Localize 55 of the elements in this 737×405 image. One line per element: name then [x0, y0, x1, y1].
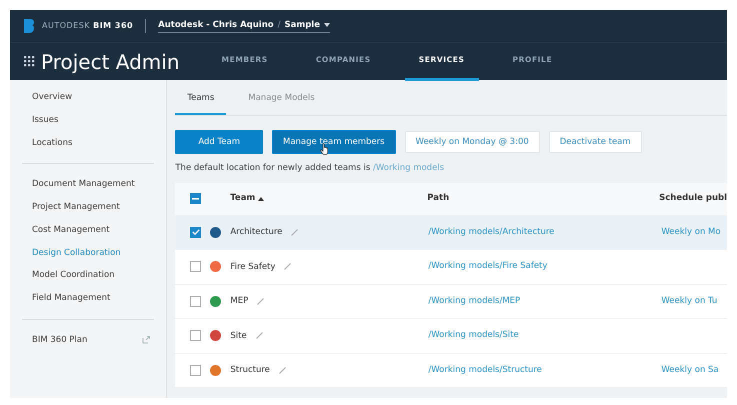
- select-all-checkbox[interactable]: [190, 193, 202, 204]
- brand-name: AUTODESK BIM 360: [42, 20, 134, 32]
- pencil-icon[interactable]: [257, 298, 264, 305]
- path-link[interactable]: /Working models/Fire Safety: [428, 261, 548, 272]
- row-checkbox[interactable]: [190, 296, 202, 307]
- team-name: Structure: [230, 364, 270, 377]
- row-checkbox[interactable]: [190, 364, 202, 376]
- path-link[interactable]: /Working models/Site: [428, 330, 519, 340]
- breadcrumb-link[interactable]: Autodesk - Chris Aquino / Sample: [158, 18, 330, 34]
- external-link-icon[interactable]: [142, 336, 150, 344]
- sidebar-item[interactable]: Project Management: [10, 196, 166, 219]
- action-button[interactable]: Add Team: [175, 130, 263, 154]
- caret-icon: [324, 23, 330, 27]
- sidebar-item[interactable]: Field Management: [10, 287, 166, 310]
- check-icon: [192, 229, 200, 236]
- logo-icon: [24, 19, 34, 33]
- row-checkbox[interactable]: [190, 226, 202, 238]
- schedule-link[interactable]: Weekly on Tu: [661, 296, 718, 306]
- pencil-icon[interactable]: [278, 366, 286, 374]
- sidebar-item[interactable]: Document Management: [10, 173, 166, 196]
- row-checkbox[interactable]: [190, 261, 202, 272]
- column-header[interactable]: Schedule publ: [659, 192, 727, 206]
- schedule-link[interactable]: Weekly on Sa: [661, 364, 719, 375]
- sidebar-item[interactable]: Model Coordination: [10, 264, 166, 287]
- sidebar-item[interactable]: BIM 360 Plan: [32, 334, 88, 346]
- sort-ascending-icon[interactable]: [258, 196, 264, 201]
- action-button[interactable]: Deactivate team: [548, 130, 642, 153]
- row-checkbox[interactable]: [190, 330, 202, 342]
- action-button[interactable]: Weekly on Monday @ 3:00: [404, 130, 540, 153]
- action-button[interactable]: Manage team members: [272, 130, 396, 154]
- minus-icon: [192, 198, 200, 200]
- team-name: Fire Safety: [230, 260, 276, 274]
- schedule-link[interactable]: Weekly on Mo: [661, 226, 721, 237]
- pencil-icon[interactable]: [291, 228, 298, 236]
- apps-grid-icon[interactable]: [24, 56, 35, 67]
- team-name: MEP: [230, 295, 248, 308]
- path-link[interactable]: /Working models/Architecture: [428, 226, 554, 237]
- default-location-text: The default location for newly added teams is /Working models: [175, 162, 446, 175]
- pencil-icon[interactable]: [256, 332, 263, 340]
- path-link[interactable]: /Working models/Structure: [428, 364, 542, 375]
- path-link[interactable]: /Working models/MEP: [428, 296, 520, 306]
- sidebar-item[interactable]: Overview: [10, 86, 166, 109]
- pencil-icon[interactable]: [284, 263, 292, 270]
- team-name: Site: [230, 330, 247, 342]
- sidebar-item[interactable]: Design Collaboration: [10, 242, 166, 264]
- sidebar-item[interactable]: Cost Management: [10, 218, 166, 242]
- team-name: Architecture: [230, 226, 282, 239]
- column-header[interactable]: Team: [230, 192, 256, 206]
- sidebar-item[interactable]: Issues: [10, 108, 166, 132]
- sidebar-item[interactable]: Locations: [10, 132, 166, 154]
- column-header[interactable]: Path: [427, 192, 450, 206]
- sub-tab[interactable]: Manage Models: [236, 86, 327, 115]
- hand-cursor-icon: [320, 142, 329, 155]
- sub-tab[interactable]: Teams: [175, 86, 226, 115]
- app-title: Project Admin: [41, 48, 180, 76]
